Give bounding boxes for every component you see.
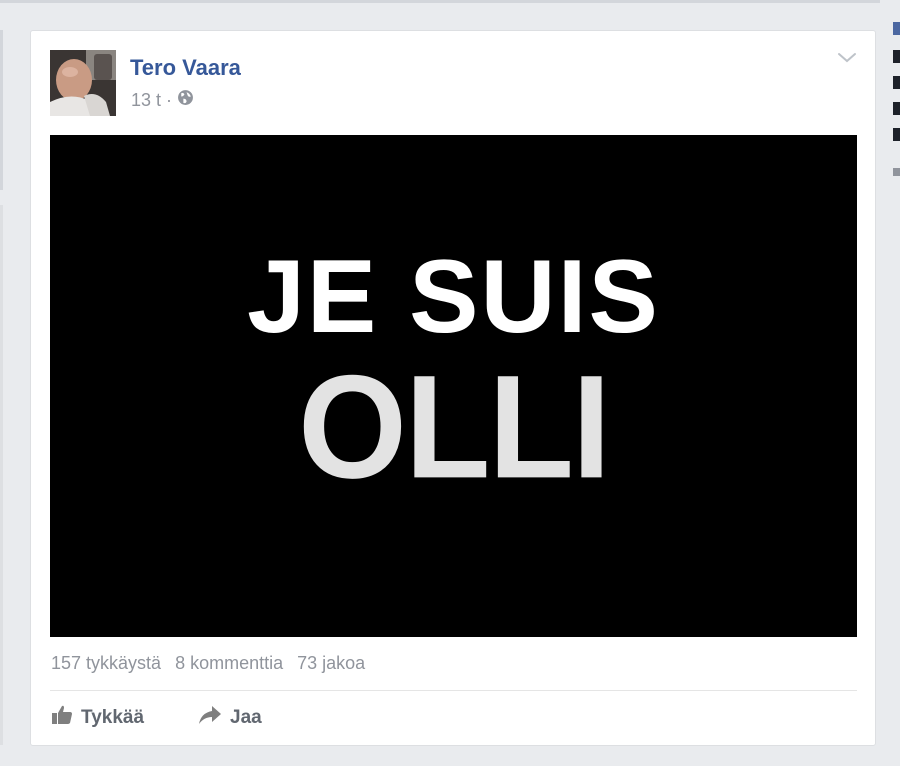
chevron-down-icon[interactable]	[837, 51, 857, 69]
meta-separator: ·	[166, 89, 173, 110]
image-text-olli: OLLI	[298, 344, 611, 509]
post-actions: Tykkää Jaa	[51, 705, 262, 731]
globe-icon[interactable]	[177, 89, 194, 111]
post-stats: 157 tykkäystä 8 kommenttia 73 jakoa	[51, 653, 365, 674]
shares-count-link[interactable]: 73 jakoa	[297, 653, 365, 674]
left-edge-divider-lower	[0, 205, 3, 745]
avatar-photo	[50, 50, 116, 116]
likes-count-link[interactable]: 157 tykkäystä	[51, 653, 161, 674]
like-label: Tykkää	[81, 707, 145, 728]
left-edge-divider	[0, 30, 3, 190]
author-avatar[interactable]	[50, 50, 116, 116]
share-label: Jaa	[230, 707, 262, 728]
post-meta: 13 t ·	[131, 89, 194, 111]
post-timestamp-link[interactable]: 13 t	[131, 90, 161, 111]
thumbs-up-icon	[51, 705, 73, 731]
right-column-clipped	[893, 22, 900, 212]
feed-post-card: Tero Vaara 13 t · JE SUIS OLLI 157 tykkä…	[30, 30, 876, 746]
actions-divider	[50, 690, 857, 691]
comments-count-link[interactable]: 8 kommenttia	[175, 653, 283, 674]
top-edge-divider	[0, 0, 880, 3]
author-name-link[interactable]: Tero Vaara	[130, 55, 241, 81]
share-arrow-icon	[198, 705, 222, 731]
share-button[interactable]: Jaa	[198, 705, 262, 731]
image-text-je-suis: JE SUIS	[247, 239, 660, 355]
post-image[interactable]: JE SUIS OLLI	[50, 135, 857, 637]
like-button[interactable]: Tykkää	[51, 705, 144, 731]
